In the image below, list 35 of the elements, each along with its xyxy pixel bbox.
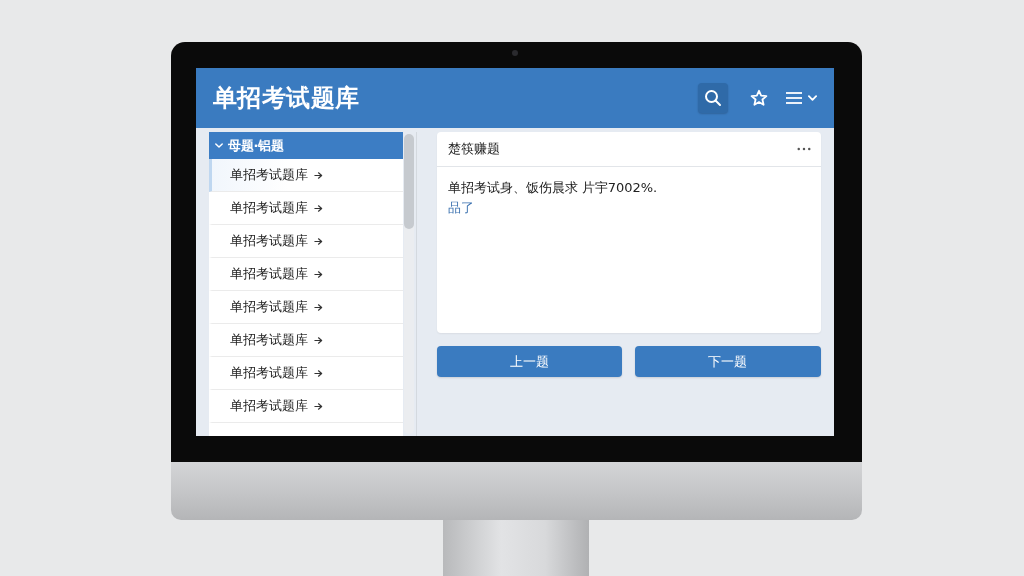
scrollbar-thumb[interactable]: [403, 134, 414, 229]
arrow-right-icon: [313, 203, 323, 213]
menu-icon: [784, 89, 803, 107]
chevron-down-icon: [214, 143, 223, 148]
search-icon: [703, 89, 722, 107]
item-label: 单招考试题库: [229, 199, 308, 217]
arrow-right-icon: [313, 368, 323, 378]
search-button[interactable]: [697, 83, 728, 113]
sidebar-item[interactable]: 单招考试题库: [208, 159, 403, 192]
arrow-right-icon: [313, 236, 323, 246]
arrow-right-icon: [313, 401, 323, 411]
more-icon[interactable]: [796, 147, 811, 151]
arrow-right-icon: [313, 269, 323, 279]
scrollbar-track[interactable]: [403, 134, 414, 434]
question-text: 单招考试身、饭伤晨求 片宇7002%.: [447, 179, 658, 197]
next-button[interactable]: 下一题: [635, 346, 821, 377]
caret-icon: [807, 95, 817, 101]
question-link[interactable]: 品了: [447, 198, 474, 218]
category-header[interactable]: 母题·铝题: [208, 132, 403, 159]
item-label: 单招考试题库: [229, 331, 308, 349]
item-label: 单招考试题库: [229, 298, 308, 316]
category-label: 母题·铝题: [227, 136, 285, 155]
item-label: 单招考试题库: [229, 397, 308, 415]
item-label: 单招考试题库: [229, 265, 308, 283]
arrow-right-icon: [313, 302, 323, 312]
star-icon: [749, 89, 768, 107]
camera-dot: [511, 50, 518, 56]
item-label: 单招考试题库: [229, 166, 308, 184]
item-label: 单招考试题库: [229, 364, 308, 382]
app-title: 单招考试题库: [212, 83, 360, 114]
question-title: 楚筷赚题: [447, 140, 500, 158]
arrow-right-icon: [313, 335, 323, 345]
item-label: 单招考试题库: [229, 232, 308, 250]
previous-button[interactable]: 上一题: [436, 346, 622, 377]
arrow-right-icon: [313, 170, 323, 180]
